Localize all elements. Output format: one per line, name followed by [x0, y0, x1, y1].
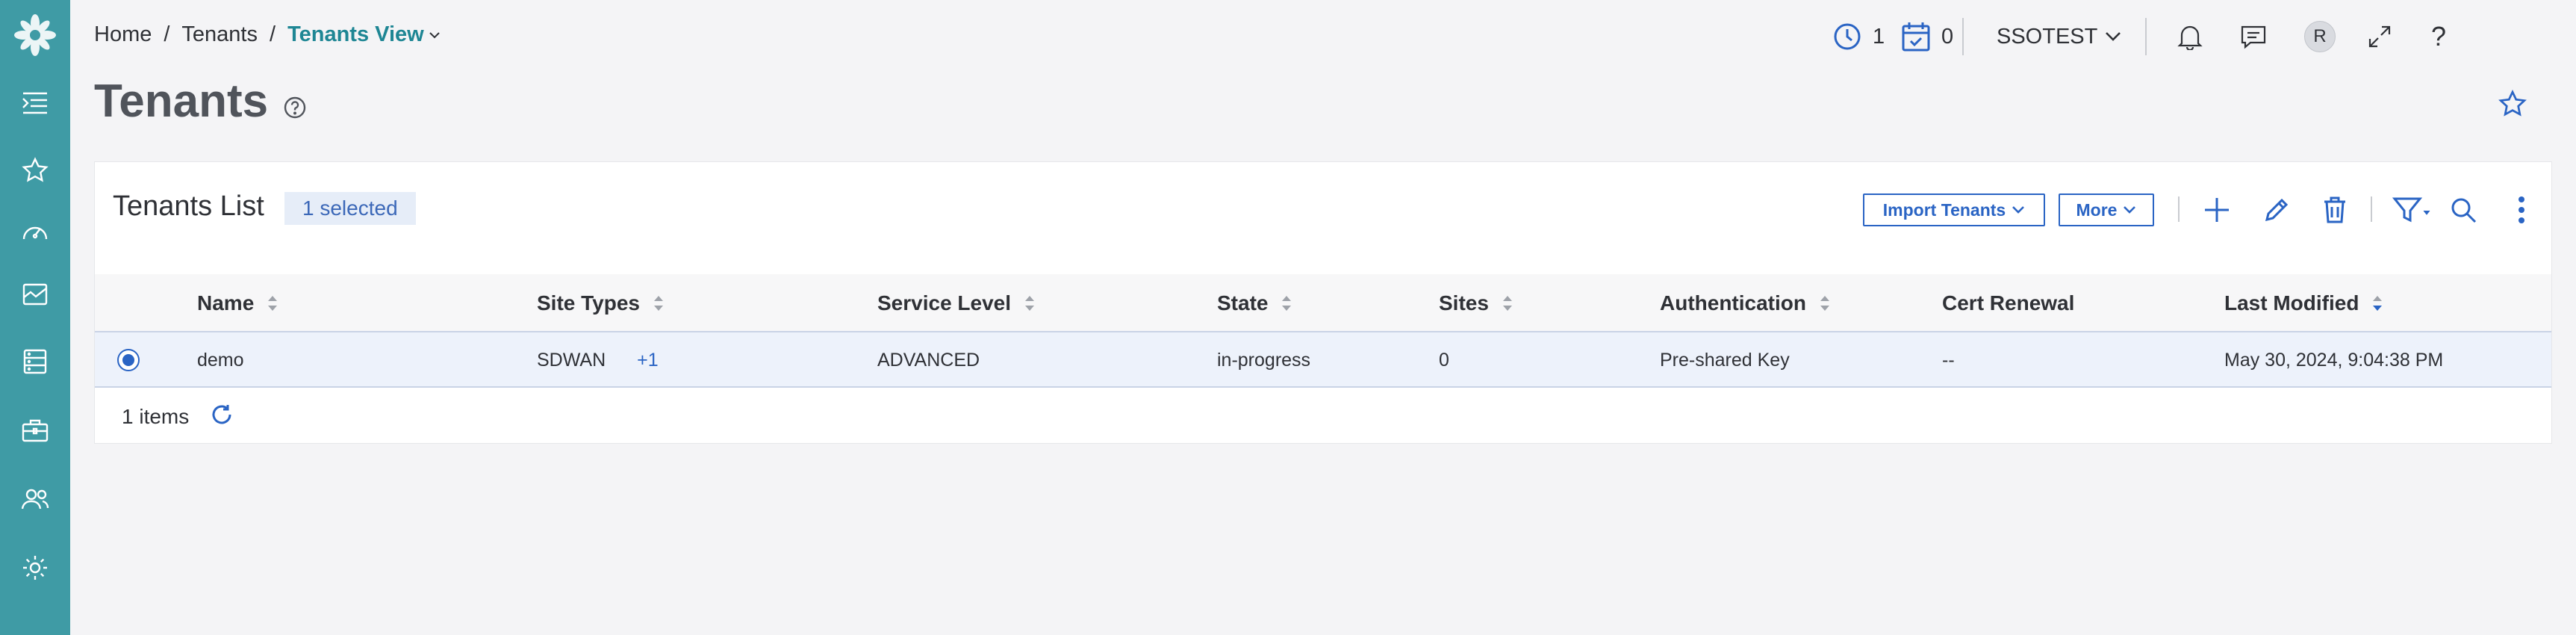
breadcrumb-separator: / — [270, 22, 276, 46]
column-header-label: Cert Renewal — [1942, 291, 2075, 315]
items-count: 1 items — [122, 405, 190, 428]
table-footer: 1 items — [122, 404, 234, 430]
menu-expand-icon[interactable] — [0, 81, 70, 126]
tenants-list-card: Tenants List 1 selected Import Tenants M… — [94, 161, 2552, 444]
cell-service-level: ADVANCED — [877, 349, 980, 371]
refresh-icon[interactable] — [210, 403, 234, 432]
toolbar-divider — [2178, 196, 2180, 222]
clock-count: 1 — [1873, 24, 1885, 49]
site-types-more-link[interactable]: +1 — [637, 350, 659, 371]
radio-selected-dot — [122, 354, 134, 366]
sort-icon[interactable] — [1502, 295, 1513, 312]
card-title: Tenants List — [113, 190, 264, 222]
radio-button[interactable] — [117, 349, 140, 371]
settings-gear-icon[interactable] — [0, 545, 70, 590]
toolbar-divider — [2371, 196, 2372, 222]
row-select-radio[interactable] — [117, 332, 140, 388]
header-toolbar: 1 0 SSOTEST R ? — [1829, 0, 2576, 73]
import-tenants-label: Import Tenants — [1882, 199, 2006, 220]
edit-pencil-icon[interactable] — [2259, 192, 2295, 228]
sort-icon[interactable] — [267, 295, 278, 312]
cell-authentication: Pre-shared Key — [1660, 349, 1790, 371]
tenant-name: SSOTEST — [1997, 24, 2098, 49]
chevron-down-icon — [2124, 206, 2136, 214]
server-storage-icon[interactable] — [0, 339, 70, 384]
app-logo-icon[interactable] — [0, 0, 70, 70]
column-header[interactable]: Site Types — [537, 274, 664, 332]
chevron-down-icon — [2106, 32, 2121, 41]
delete-trash-icon[interactable] — [2317, 192, 2353, 228]
column-header[interactable]: Authentication — [1660, 274, 1830, 332]
help-question-icon[interactable]: ? — [2431, 0, 2446, 73]
breadcrumb-home[interactable]: Home — [94, 22, 152, 47]
cell-last-modified: May 30, 2024, 9:04:38 PM — [2224, 349, 2444, 371]
page-title-row: Tenants — [94, 72, 307, 131]
toolbox-icon[interactable] — [0, 408, 70, 453]
cell-sites: 0 — [1439, 349, 1449, 371]
cell-name[interactable]: demo — [197, 332, 244, 388]
breadcrumb-current-view[interactable]: Tenants View — [287, 22, 441, 47]
more-label: More — [2076, 199, 2118, 220]
sort-icon[interactable] — [1820, 295, 1830, 312]
scheduled-tasks-counter[interactable]: 0 — [1901, 0, 1953, 73]
column-header[interactable]: State — [1217, 274, 1292, 332]
more-button[interactable]: More — [2059, 193, 2154, 226]
dashboard-gauge-icon[interactable] — [0, 208, 70, 253]
table-header: Name Site Types Service Level State Sites Aut… — [95, 274, 2551, 332]
sidebar — [0, 0, 70, 635]
column-header-label: Authentication — [1660, 291, 1806, 315]
cell-site-types: SDWAN +1 — [537, 332, 659, 388]
column-header[interactable]: Service Level — [877, 274, 1035, 332]
header-divider — [2145, 18, 2147, 55]
cell-state: in-progress — [1217, 349, 1311, 371]
site-type-value: SDWAN — [537, 349, 606, 371]
column-header-label: Last Modified — [2224, 291, 2359, 315]
sort-icon[interactable] — [1024, 295, 1035, 312]
avatar: R — [2304, 21, 2336, 52]
calendar-check-icon — [1902, 22, 1930, 52]
messages-chat-icon[interactable] — [2240, 0, 2267, 73]
chevron-down-icon — [429, 31, 440, 38]
add-plus-icon[interactable] — [2199, 192, 2235, 228]
pending-tasks-counter[interactable]: 1 — [1832, 0, 1885, 73]
notifications-bell-icon[interactable] — [2177, 0, 2203, 73]
column-header-label: Name — [197, 291, 255, 315]
calendar-count: 0 — [1941, 24, 1954, 49]
sort-descending-icon[interactable] — [2372, 295, 2383, 312]
fullscreen-expand-icon[interactable] — [2368, 0, 2392, 73]
import-tenants-button[interactable]: Import Tenants — [1863, 193, 2045, 226]
page-title: Tenants — [94, 75, 269, 127]
users-icon[interactable] — [0, 477, 70, 521]
column-header-label: Site Types — [537, 291, 640, 315]
favorite-page-star-icon[interactable] — [2498, 89, 2527, 122]
column-header[interactable]: Last Modified — [2224, 274, 2383, 332]
search-icon[interactable] — [2445, 192, 2481, 228]
kebab-menu-icon[interactable] — [2504, 192, 2539, 228]
user-avatar-button[interactable]: R — [2304, 0, 2336, 73]
monitor-chart-icon[interactable] — [0, 272, 70, 317]
breadcrumb-separator: / — [164, 22, 170, 46]
column-header[interactable]: Cert Renewal — [1942, 274, 2074, 332]
column-header-label: State — [1217, 291, 1269, 315]
table-row[interactable]: demo SDWAN +1 ADVANCED in-progress 0 Pre… — [95, 332, 2551, 388]
breadcrumb: Home / Tenants / Tenants View — [94, 22, 441, 47]
column-header-label: Service Level — [877, 291, 1012, 315]
help-circle-icon[interactable] — [283, 78, 307, 131]
header-divider — [1962, 18, 1964, 55]
selected-count-badge: 1 selected — [284, 192, 416, 225]
chevron-down-icon — [2012, 206, 2025, 214]
column-header[interactable]: Sites — [1439, 274, 1513, 332]
cell-cert-renewal: -- — [1942, 349, 1955, 371]
sort-icon[interactable] — [1281, 295, 1292, 312]
sort-icon[interactable] — [653, 295, 664, 312]
column-header[interactable]: Name — [197, 274, 278, 332]
clock-icon — [1834, 23, 1861, 50]
breadcrumb-tenants[interactable]: Tenants — [181, 22, 258, 47]
tenant-selector[interactable]: SSOTEST — [1997, 0, 2121, 73]
filter-funnel-icon[interactable] — [2390, 192, 2435, 228]
column-header-label: Sites — [1439, 291, 1489, 315]
help-question-glyph: ? — [2431, 21, 2447, 52]
favorites-star-icon[interactable] — [0, 148, 70, 193]
breadcrumb-current-label: Tenants View — [287, 22, 424, 46]
